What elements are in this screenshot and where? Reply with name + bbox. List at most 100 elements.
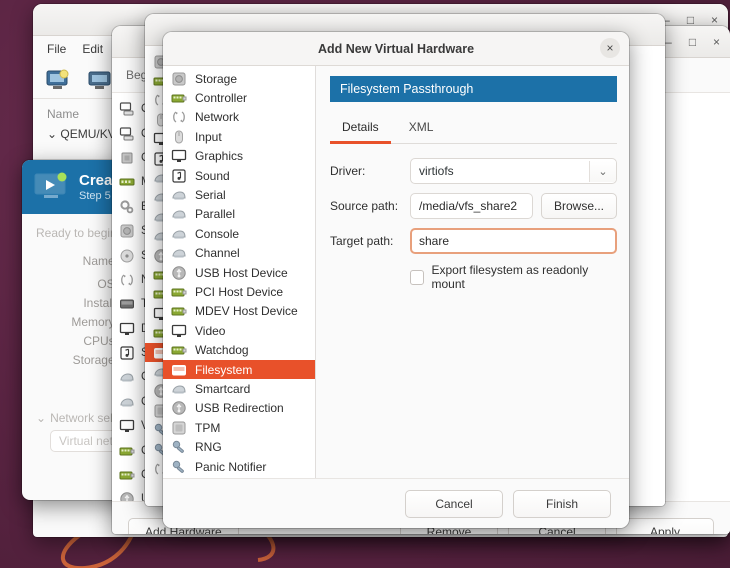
memory-icon [119,174,135,190]
hardware-item-rng[interactable]: RNG [163,437,315,456]
driver-control[interactable]: virtiofs ⌄ [410,158,617,184]
hardware-item-label: Input [195,129,222,144]
target-path-input[interactable]: share [410,228,617,254]
hardware-item-controller[interactable]: Controller [163,88,315,107]
network-icon [171,109,187,125]
maximize-icon[interactable]: □ [685,34,700,49]
hardware-item-label: Sound [195,168,230,183]
hardware-item-virtio-vsock[interactable]: VirtIO VSOCK [163,476,315,478]
hardware-item-usb-redirection[interactable]: USB Redirection [163,399,315,418]
close-icon[interactable]: × [600,38,620,58]
source-path-label: Source path: [330,199,399,213]
hardware-item-storage[interactable]: Storage [163,69,315,88]
hardware-item-parallel[interactable]: Parallel [163,205,315,224]
hardware-item-label: Graphics [195,149,244,164]
vm-details-window-controls[interactable]: – □ × [661,26,724,57]
hardware-item-label: TPM [195,420,221,435]
hardware-type-list[interactable]: Storage Controller Network Input Graphics Sou… [163,66,316,478]
hardware-item-serial[interactable]: Serial [163,185,315,204]
usb-icon [171,400,187,416]
hardware-item-graphics[interactable]: Graphics [163,147,315,166]
chevron-down-icon[interactable]: ⌄ [589,160,616,182]
source-path-input[interactable]: /media/vfs_share2 [410,193,533,219]
hardware-item-filesystem[interactable]: Filesystem [163,359,315,380]
hardware-item-label: Network [195,110,240,125]
controller-icon [171,342,187,358]
hardware-item-console[interactable]: Console [163,224,315,243]
driver-combobox[interactable]: virtiofs ⌄ [410,158,617,184]
controller-icon [171,303,187,319]
open-vm-icon[interactable] [87,69,113,91]
new-vm-icon[interactable] [45,69,71,91]
driver-row: Driver: virtiofs ⌄ [330,158,617,184]
hardware-detail-pane: Filesystem Passthrough Details XML Drive… [316,66,629,478]
hardware-item-label: Panic Notifier [195,459,267,474]
computer-icon [119,101,135,117]
maximize-icon[interactable]: □ [683,12,698,27]
hardware-item-pci-host-device[interactable]: PCI Host Device [163,282,315,301]
chevron-down-icon[interactable]: ⌄ [36,411,46,425]
hardware-item-watchdog[interactable]: Watchdog [163,340,315,359]
source-path-control[interactable]: /media/vfs_share2 Browse... [410,193,617,219]
rng-icon [171,439,187,455]
readonly-checkbox-label: Export filesystem as readonly mount [431,263,589,291]
usb-icon [119,491,135,501]
hardware-item-label: Smartcard [195,381,251,396]
add-hardware-titlebar[interactable]: Add New Virtual Hardware × [163,32,629,66]
pane-tabs[interactable]: Details XML [330,114,617,144]
pane-banner: Filesystem Passthrough [330,76,617,102]
serial-icon [171,187,187,203]
menu-file[interactable]: File [47,42,66,56]
hardware-item-label: Console [195,226,240,241]
sound-icon [171,168,187,184]
expander-icon[interactable]: ⌄ [47,127,57,141]
finish-button[interactable]: Finish [513,490,611,518]
hardware-item-video[interactable]: Video [163,321,315,340]
cancel-button[interactable]: Cancel [405,490,503,518]
source-path-row: Source path: /media/vfs_share2 Browse... [330,193,617,219]
add-hardware-dialog[interactable]: Add New Virtual Hardware × Storage Contro… [163,32,629,528]
hardware-item-tpm[interactable]: TPM [163,418,315,437]
hardware-item-mdev-host-device[interactable]: MDEV Host Device [163,302,315,321]
hardware-item-network[interactable]: Network [163,108,315,127]
readonly-checkbox-row[interactable]: Export filesystem as readonly mount [410,263,617,291]
disk-icon [119,223,135,239]
rng-icon [171,459,187,475]
usb-icon [171,265,187,281]
hardware-item-usb-host-device[interactable]: USB Host Device [163,263,315,282]
hardware-item-label: Watchdog [195,343,249,358]
add-hardware-footer[interactable]: Cancel Finish [163,478,629,528]
hardware-item-label: Channel [195,246,240,261]
hardware-item-label: Controller [195,91,248,106]
close-icon[interactable]: × [709,34,724,49]
tab-details[interactable]: Details [330,114,391,144]
hardware-item-label: Serial [195,188,226,203]
cdrom-icon [119,248,135,264]
menu-edit[interactable]: Edit [82,42,103,56]
hardware-item-panic-notifier[interactable]: Panic Notifier [163,457,315,476]
hardware-item-channel[interactable]: Channel [163,244,315,263]
close-icon[interactable]: × [707,12,722,27]
hardware-item-label: USB Redirection [195,401,284,416]
hardware-item-smartcard[interactable]: Smartcard [163,379,315,398]
hardware-item-sound[interactable]: Sound [163,166,315,185]
serial-icon [171,381,187,397]
add-hardware-main: Storage Controller Network Input Graphics Sou… [163,66,629,478]
tab-xml[interactable]: XML [397,114,446,144]
browse-button[interactable]: Browse... [540,193,617,219]
controller-icon [119,443,135,459]
mouse-icon [171,129,187,145]
controller-icon [171,284,187,300]
video-icon [119,418,135,434]
hardware-item-label: MDEV Host Device [195,304,298,319]
hardware-item-label: PCI Host Device [195,284,284,299]
tablet-icon [119,296,135,312]
apply-button[interactable]: Apply [616,518,714,534]
add-hardware-close-wrap[interactable]: × [600,38,620,58]
tpm-icon [171,420,187,436]
target-path-control[interactable]: share [410,228,617,254]
readonly-checkbox[interactable] [410,269,425,285]
serial-icon [171,226,187,242]
hardware-item-input[interactable]: Input [163,127,315,146]
hardware-item-label: USB Host Device [195,265,288,280]
